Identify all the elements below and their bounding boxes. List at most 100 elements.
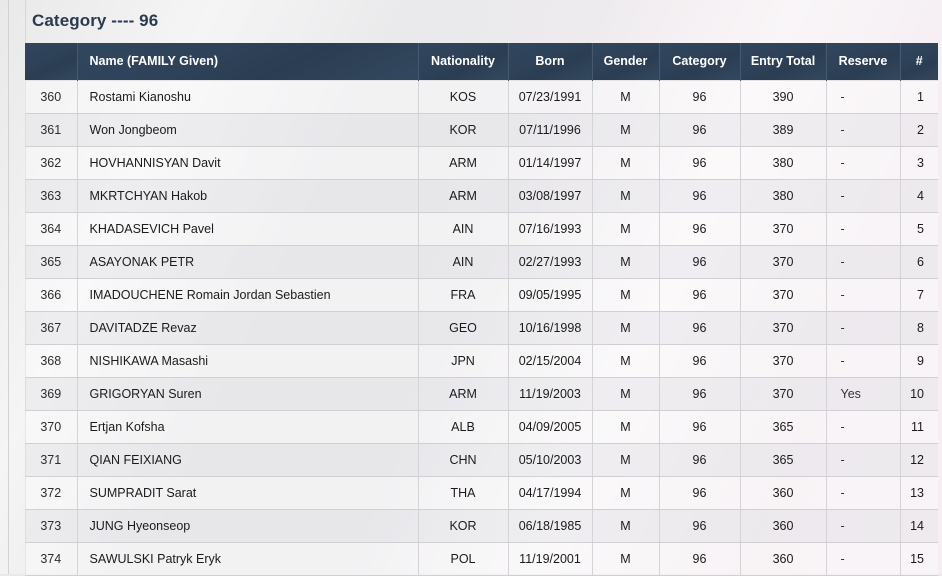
cell-entry-total: 365 (740, 410, 826, 443)
cell-category: 96 (659, 344, 740, 377)
table-row[interactable]: 362HOVHANNISYAN DavitARM01/14/1997M96380… (25, 146, 938, 179)
column-header-name[interactable]: Name (FAMILY Given) (77, 43, 418, 80)
cell-name: NISHIKAWA Masashi (77, 344, 418, 377)
cell-nationality: FRA (418, 278, 508, 311)
cell-name: SUMPRADIT Sarat (77, 476, 418, 509)
cell-entry-total: 365 (740, 443, 826, 476)
table-header-row: Name (FAMILY Given) Nationality Born Gen… (25, 43, 938, 80)
column-header-rank[interactable]: # (900, 43, 938, 80)
table-row[interactable]: 374SAWULSKI Patryk ErykPOL11/19/2001M963… (25, 542, 938, 575)
cell-nationality: CHN (418, 443, 508, 476)
cell-id: 373 (25, 509, 77, 542)
cell-id: 362 (25, 146, 77, 179)
cell-nationality: ARM (418, 179, 508, 212)
cell-name: JUNG Hyeonseop (77, 509, 418, 542)
cell-entry-total: 360 (740, 542, 826, 575)
column-header-id[interactable] (25, 43, 77, 80)
cell-reserve: - (826, 212, 900, 245)
cell-entry-total: 370 (740, 311, 826, 344)
cell-name: HOVHANNISYAN Davit (77, 146, 418, 179)
cell-rank: 6 (900, 245, 938, 278)
cell-id: 365 (25, 245, 77, 278)
column-header-nationality[interactable]: Nationality (418, 43, 508, 80)
table-row[interactable]: 369GRIGORYAN SurenARM11/19/2003M96370Yes… (25, 377, 938, 410)
table-row[interactable]: 366IMADOUCHENE Romain Jordan SebastienFR… (25, 278, 938, 311)
cell-reserve: - (826, 245, 900, 278)
cell-gender: M (592, 80, 659, 113)
cell-rank: 2 (900, 113, 938, 146)
entry-list-table: Name (FAMILY Given) Nationality Born Gen… (25, 43, 938, 576)
cell-category: 96 (659, 443, 740, 476)
table-row[interactable]: 363MKRTCHYAN HakobARM03/08/1997M96380-4 (25, 179, 938, 212)
cell-category: 96 (659, 410, 740, 443)
cell-gender: M (592, 179, 659, 212)
cell-name: KHADASEVICH Pavel (77, 212, 418, 245)
cell-born: 07/11/1996 (508, 113, 592, 146)
table-row[interactable]: 365ASAYONAK PETRAIN02/27/1993M96370-6 (25, 245, 938, 278)
cell-nationality: AIN (418, 245, 508, 278)
cell-id: 366 (25, 278, 77, 311)
cell-born: 03/08/1997 (508, 179, 592, 212)
cell-entry-total: 370 (740, 245, 826, 278)
cell-nationality: ARM (418, 146, 508, 179)
cell-name: DAVITADZE Revaz (77, 311, 418, 344)
cell-name: Won Jongbeom (77, 113, 418, 146)
cell-name: ASAYONAK PETR (77, 245, 418, 278)
cell-rank: 12 (900, 443, 938, 476)
cell-reserve: - (826, 344, 900, 377)
cell-rank: 1 (900, 80, 938, 113)
table-row[interactable]: 372SUMPRADIT SaratTHA04/17/1994M96360-13 (25, 476, 938, 509)
cell-category: 96 (659, 80, 740, 113)
cell-rank: 5 (900, 212, 938, 245)
cell-gender: M (592, 509, 659, 542)
table-row[interactable]: 360Rostami KianoshuKOS07/23/1991M96390-1 (25, 80, 938, 113)
page-title: Category ---- 96 (32, 11, 158, 31)
cell-rank: 15 (900, 542, 938, 575)
cell-rank: 11 (900, 410, 938, 443)
cell-category: 96 (659, 212, 740, 245)
cell-category: 96 (659, 278, 740, 311)
cell-born: 01/14/1997 (508, 146, 592, 179)
cell-reserve: Yes (826, 377, 900, 410)
table-row[interactable]: 361Won JongbeomKOR07/11/1996M96389-2 (25, 113, 938, 146)
cell-born: 07/16/1993 (508, 212, 592, 245)
cell-entry-total: 370 (740, 278, 826, 311)
cell-name: GRIGORYAN Suren (77, 377, 418, 410)
cell-gender: M (592, 542, 659, 575)
cell-nationality: POL (418, 542, 508, 575)
cell-born: 07/23/1991 (508, 80, 592, 113)
table-row[interactable]: 370Ertjan KofshaALB04/09/2005M96365-11 (25, 410, 938, 443)
cell-nationality: KOR (418, 509, 508, 542)
table-row[interactable]: 373JUNG HyeonseopKOR06/18/1985M96360-14 (25, 509, 938, 542)
table-row[interactable]: 368NISHIKAWA MasashiJPN02/15/2004M96370-… (25, 344, 938, 377)
column-header-gender[interactable]: Gender (592, 43, 659, 80)
cell-category: 96 (659, 179, 740, 212)
column-header-reserve[interactable]: Reserve (826, 43, 900, 80)
cell-reserve: - (826, 542, 900, 575)
column-header-category[interactable]: Category (659, 43, 740, 80)
column-header-entry-total[interactable]: Entry Total (740, 43, 826, 80)
cell-rank: 7 (900, 278, 938, 311)
cell-gender: M (592, 443, 659, 476)
column-header-born[interactable]: Born (508, 43, 592, 80)
table-row[interactable]: 364KHADASEVICH PavelAIN07/16/1993M96370-… (25, 212, 938, 245)
cell-born: 05/10/2003 (508, 443, 592, 476)
cell-rank: 13 (900, 476, 938, 509)
cell-born: 04/17/1994 (508, 476, 592, 509)
cell-nationality: ARM (418, 377, 508, 410)
cell-gender: M (592, 344, 659, 377)
cell-gender: M (592, 278, 659, 311)
table-row[interactable]: 367DAVITADZE RevazGEO10/16/1998M96370-8 (25, 311, 938, 344)
cell-gender: M (592, 212, 659, 245)
cell-name: SAWULSKI Patryk Eryk (77, 542, 418, 575)
cell-id: 364 (25, 212, 77, 245)
cell-nationality: THA (418, 476, 508, 509)
cell-entry-total: 360 (740, 476, 826, 509)
cell-rank: 10 (900, 377, 938, 410)
cell-nationality: KOR (418, 113, 508, 146)
cell-entry-total: 370 (740, 212, 826, 245)
table-row[interactable]: 371QIAN FEIXIANGCHN05/10/2003M96365-12 (25, 443, 938, 476)
cell-category: 96 (659, 113, 740, 146)
cell-category: 96 (659, 542, 740, 575)
cell-gender: M (592, 146, 659, 179)
